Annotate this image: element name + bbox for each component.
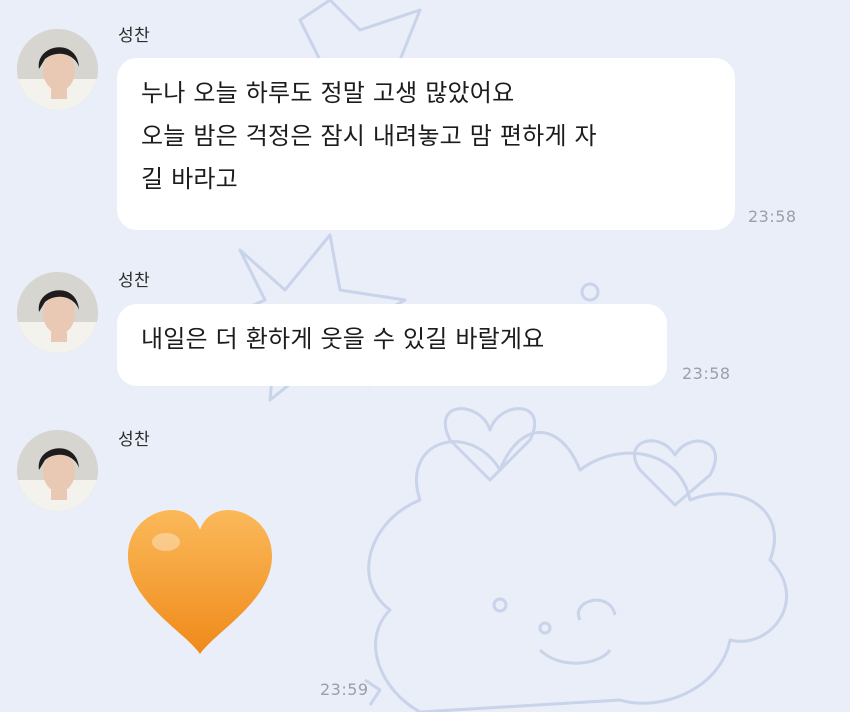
avatar-photo-icon	[17, 272, 98, 353]
heart-doodle-1	[443, 407, 537, 482]
sender-name: 성찬	[118, 430, 151, 450]
avatar[interactable]	[17, 272, 98, 353]
avatar-photo-icon	[17, 29, 98, 110]
avatar[interactable]	[17, 29, 98, 110]
cloud-doodle	[367, 431, 789, 712]
message-bubble[interactable]: 누나 오늘 하루도 정말 고생 많았어요 오늘 밤은 걱정은 잠시 내려놓고 맘…	[117, 58, 735, 230]
message-line: 오늘 밤은 걱정은 잠시 내려놓고 맘 편하게 자	[141, 122, 597, 150]
message-line: 길 바라고	[141, 165, 238, 193]
message-timestamp: 23:58	[748, 207, 797, 226]
face-doodle	[538, 598, 617, 665]
message-timestamp: 23:59	[320, 680, 369, 699]
sender-name: 성찬	[118, 26, 151, 46]
message-line: 내일은 더 환하게 웃을 수 있길 바랄게요	[141, 325, 545, 353]
message-timestamp: 23:58	[682, 364, 731, 383]
avatar[interactable]	[17, 430, 98, 511]
message-bubble[interactable]: 내일은 더 환하게 웃을 수 있길 바랄게요	[117, 304, 667, 386]
message-line: 누나 오늘 하루도 정말 고생 많았어요	[141, 79, 515, 107]
avatar-photo-icon	[17, 430, 98, 511]
orange-heart-icon[interactable]	[124, 506, 276, 658]
sender-name: 성찬	[118, 271, 151, 291]
